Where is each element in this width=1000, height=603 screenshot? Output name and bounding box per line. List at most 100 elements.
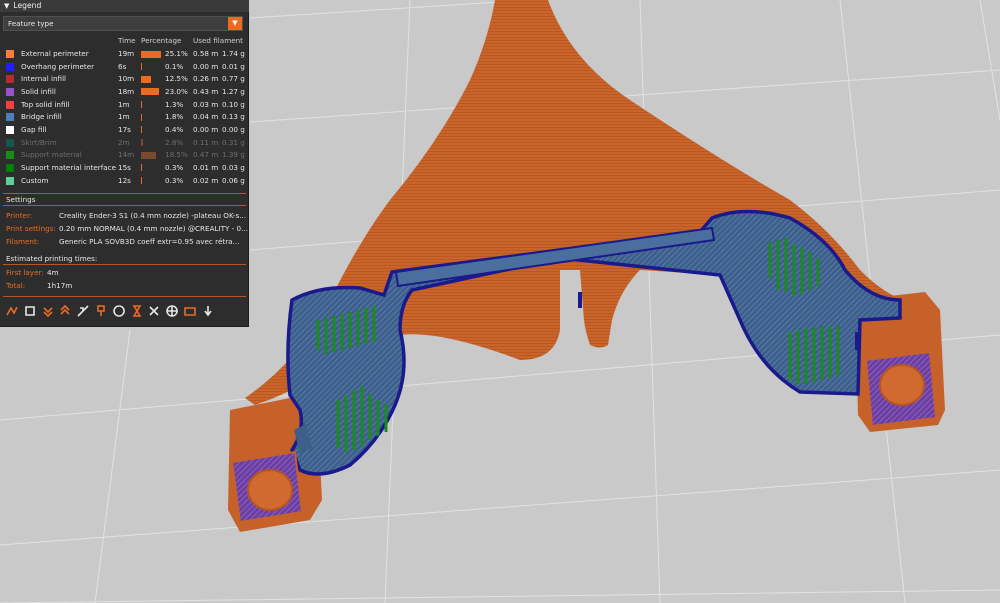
feature-length: 0.11 m: [193, 137, 219, 147]
feature-length: 0.01 m: [193, 162, 219, 172]
options-toolbar: [3, 302, 243, 322]
feature-row[interactable]: Internal infill 10m 12.5% 0.26 m 0.77 g: [0, 73, 249, 86]
feature-row[interactable]: Skirt/Brim 2m 2.8% 0.11 m 0.31 g: [0, 137, 249, 150]
wipe-icon[interactable]: [23, 304, 37, 318]
column-header-used-filament: Used filament: [193, 36, 244, 45]
feature-percentage: 25.1%: [165, 49, 188, 58]
feature-percentage: 0.1%: [165, 61, 184, 71]
view-type-combo[interactable]: Feature type ▼: [3, 16, 243, 31]
feature-length: 0.04 m: [193, 112, 219, 122]
feature-row[interactable]: External perimeter 19m 25.1% 0.58 m 1.74 g: [0, 48, 249, 61]
feature-percentage-bar: [141, 50, 161, 58]
feature-percentage: 18.5%: [165, 150, 188, 160]
settings-title: Settings: [6, 195, 36, 204]
feature-percentage: 12.5%: [165, 74, 188, 84]
feature-percentage-bar: [141, 177, 142, 184]
feature-color-swatch: [6, 100, 14, 109]
feature-name: Bridge infill: [21, 112, 62, 122]
feature-name: Gap fill: [21, 124, 47, 134]
feature-percentage: 1.3%: [165, 99, 184, 109]
pause-prints-icon[interactable]: [130, 304, 144, 318]
feature-percentage: 23.0%: [165, 86, 188, 96]
feature-weight: 0.77 g: [222, 74, 245, 84]
chevron-down-icon[interactable]: ▼: [228, 17, 242, 30]
feature-row[interactable]: Gap fill 17s 0.4% 0.00 m 0.00 g: [0, 124, 249, 137]
feature-time: 15s: [118, 162, 131, 172]
total-value: 1h17m: [47, 281, 73, 290]
feature-row[interactable]: Support material interface 15s 0.3% 0.01 m0…: [0, 162, 249, 175]
feature-color-swatch: [6, 87, 14, 96]
tool-marker-icon[interactable]: [201, 304, 215, 318]
legend-header[interactable]: ▼ Legend: [0, 0, 249, 12]
feature-percentage-bar: [141, 139, 144, 147]
center-of-gravity-icon[interactable]: [165, 304, 179, 318]
feature-weight: 0.13 g: [222, 112, 245, 122]
feature-color-swatch: [6, 113, 14, 122]
feature-weight: 1.74 g: [222, 49, 245, 58]
travel-icon[interactable]: [5, 304, 19, 318]
feature-name: External perimeter: [21, 49, 89, 58]
printer-value: Creality Ender-3 S1 (0.4 mm nozzle) -pla…: [59, 211, 247, 220]
legend-title: Legend: [13, 1, 42, 10]
feature-name: Solid infill: [21, 86, 56, 96]
collapse-triangle-icon[interactable]: ▼: [4, 0, 9, 12]
filament-label: Filament:: [6, 237, 40, 246]
feature-row[interactable]: Top solid infill 1m 1.3% 0.03 m 0.10 g: [0, 99, 249, 112]
feature-row[interactable]: Solid infill 18m 23.0% 0.43 m 1.27 g: [0, 86, 249, 99]
feature-percentage-bar: [141, 126, 142, 134]
feature-name: Overhang perimeter: [21, 61, 95, 71]
toolbar-separator: [3, 296, 246, 297]
feature-color-swatch: [6, 62, 14, 71]
feature-name: Support material: [21, 150, 82, 160]
feature-name: Internal infill: [21, 74, 67, 84]
feature-row[interactable]: Bridge infill 1m 1.8% 0.04 m 0.13 g: [0, 111, 249, 124]
feature-length: 0.26 m: [193, 74, 219, 84]
custom-gcodes-icon[interactable]: [147, 304, 161, 318]
printing-times-title: Estimated printing times:: [6, 254, 98, 263]
feature-name: Top solid infill: [21, 99, 70, 109]
right-block-hole: [879, 364, 925, 406]
column-header-time: Time: [118, 36, 136, 45]
feature-time: 17s: [118, 124, 131, 134]
tool-changes-icon[interactable]: [94, 304, 108, 318]
feature-weight: 0.31 g: [222, 137, 245, 147]
feature-row[interactable]: Overhang perimeter 6s 0.1% 0.00 m 0.01 g: [0, 61, 249, 74]
color-changes-icon[interactable]: [112, 304, 126, 318]
feature-name: Skirt/Brim: [21, 137, 57, 147]
column-header-percentage: Percentage: [141, 36, 182, 45]
center-slot-left: [578, 292, 582, 308]
settings-separator: [3, 193, 246, 194]
feature-row[interactable]: Custom 12s 0.3% 0.02 m 0.06 g: [0, 175, 249, 188]
feature-weight: 0.10 g: [222, 99, 245, 109]
feature-length: 0.03 m: [193, 99, 219, 109]
retractions-icon[interactable]: [41, 304, 55, 318]
feature-percentage: 0.3%: [165, 175, 184, 185]
seams-icon[interactable]: [76, 304, 90, 318]
feature-percentage: 0.3%: [165, 162, 184, 172]
first-layer-label: First layer:: [6, 268, 44, 277]
filament-value: Generic PLA SOVB3D coeff extr=0.95 avec …: [59, 237, 240, 246]
view-type-value: Feature type: [8, 19, 54, 28]
feature-name: Support material interface: [21, 162, 117, 172]
feature-percentage-bar: [141, 113, 143, 121]
feature-row[interactable]: Support material 14m 18.5% 0.47 m 1.39 g: [0, 149, 249, 162]
deretractions-icon[interactable]: [58, 304, 72, 318]
first-layer-value: 4m: [47, 268, 59, 277]
feature-percentage-bar: [141, 101, 143, 109]
feature-time: 18m: [118, 86, 135, 96]
print-settings-value: 0.20 mm NORMAL (0.4 mm nozzle) @CREALITY…: [59, 224, 248, 233]
feature-color-swatch: [6, 125, 14, 134]
total-label: Total:: [6, 281, 26, 290]
feature-time: 1m: [118, 112, 130, 122]
feature-time: 6s: [118, 61, 127, 71]
printing-times-underline: [3, 264, 246, 265]
feature-length: 0.02 m: [193, 175, 219, 185]
feature-percentage-bar: [141, 75, 151, 83]
feature-time: 10m: [118, 74, 135, 84]
shells-icon[interactable]: [183, 304, 197, 318]
feature-color-swatch: [6, 176, 14, 185]
settings-underline: [3, 205, 246, 206]
feature-percentage: 0.4%: [165, 124, 184, 134]
feature-percentage-bar: [141, 63, 142, 71]
feature-time: 12s: [118, 175, 131, 185]
